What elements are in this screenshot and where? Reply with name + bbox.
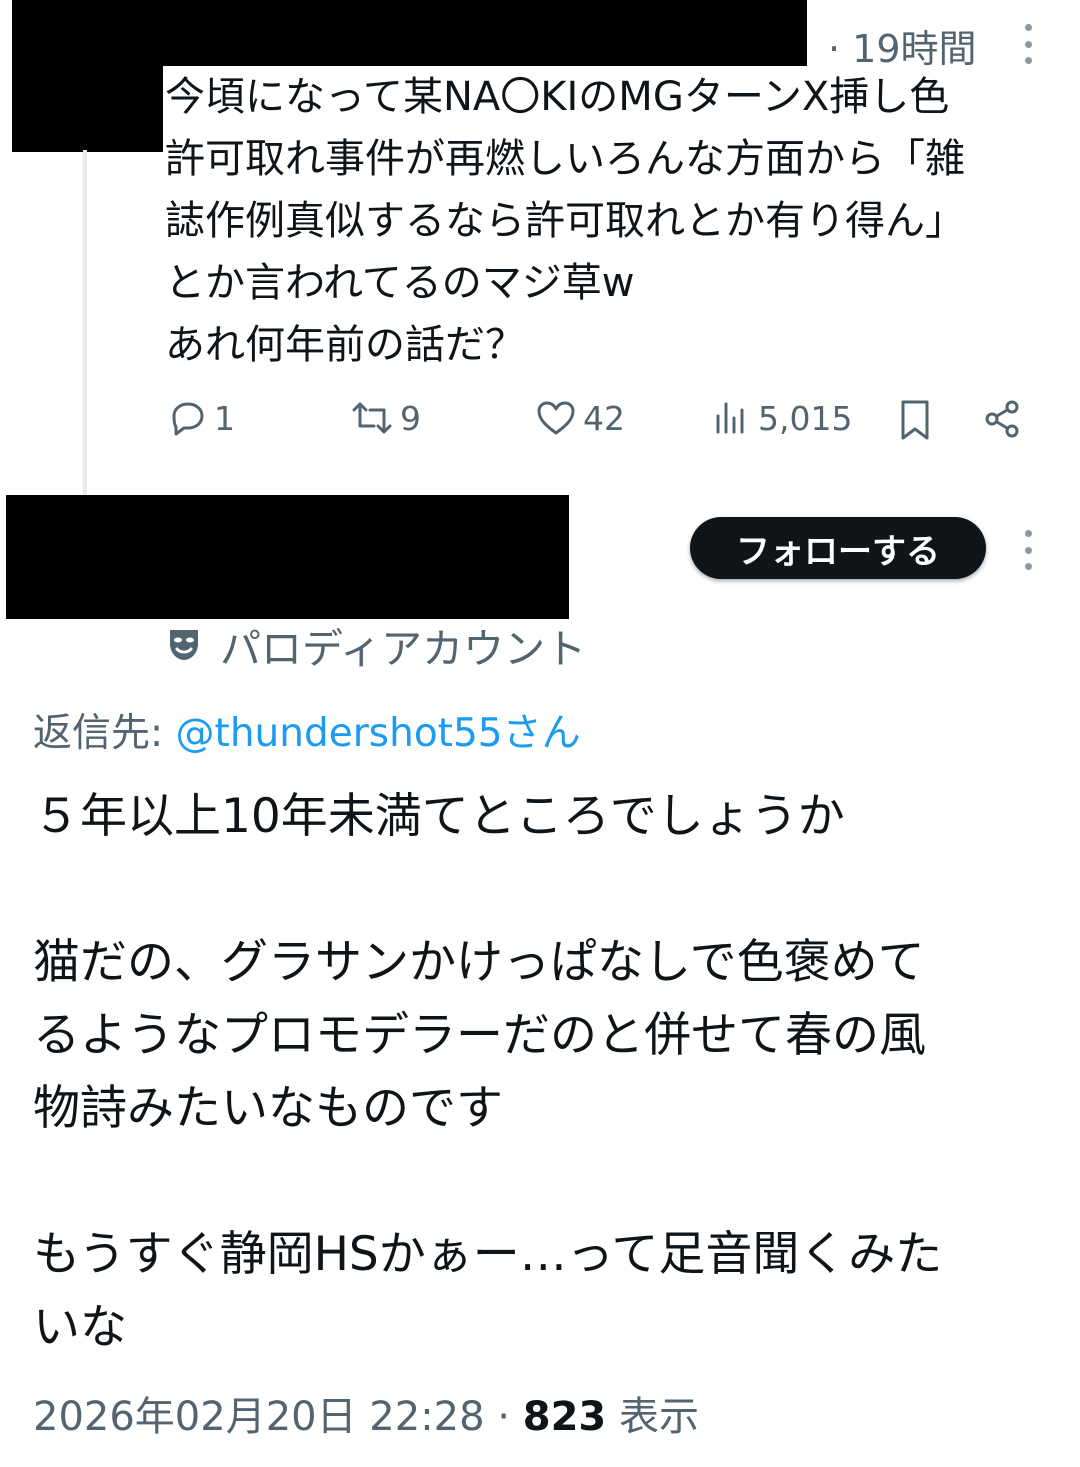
- reply-text-line: [33, 1145, 1063, 1218]
- post-timestamp[interactable]: 2026年02月20日 22:28 ·: [33, 1394, 523, 1440]
- bookmark-icon: [901, 400, 929, 440]
- reply-text-line: るようなプロモデラーだのと併せて春の風: [33, 1008, 926, 1063]
- parody-account-label: パロディアカウント: [220, 625, 587, 673]
- bookmark-button[interactable]: [895, 398, 935, 442]
- views-count: 5,015: [758, 398, 853, 438]
- reply-to-handle-link[interactable]: @thundershot55さん: [176, 711, 581, 756]
- retweet-button[interactable]: 9: [350, 398, 421, 438]
- tweet-meta-line: 2026年02月20日 22:28 · 823 表示: [33, 1384, 699, 1442]
- reply-button[interactable]: 1: [168, 398, 235, 438]
- heart-icon: [537, 401, 575, 435]
- reply-to-prefix: 返信先:: [33, 711, 176, 756]
- tweet-text-line: 許可取れ事件が再燃しいろんな方面から「雑: [165, 136, 965, 182]
- reply-icon: [172, 402, 204, 436]
- redacted-header-block: [12, 0, 807, 66]
- share-icon: [985, 400, 1019, 438]
- tweet-action-bar: 1 9 42 5,015: [0, 398, 1080, 448]
- reply-text-line: 猫だの、グラサンかけっぱなしで色褒めて: [33, 935, 925, 990]
- reply-text-line: [33, 853, 1063, 926]
- tweet-text: 今頃になって某NA〇KIのMGターンX挿し色 許可取れ事件が再燃しいろんな方面か…: [165, 66, 1065, 376]
- reply-tweet-text: ５年以上10年未満てところでしょうか 猫だの、グラサンかけっぱなしで色褒めて る…: [33, 780, 1063, 1364]
- parody-account-badge: パロディアカウント: [168, 615, 586, 675]
- redacted-avatar-block: [12, 66, 163, 152]
- reply-to-line: 返信先: @thundershot55さん: [33, 702, 581, 758]
- reply-text-line: 物詩みたいなものです: [33, 1081, 503, 1136]
- follow-button[interactable]: フォローする: [690, 517, 986, 579]
- views-label: 表示: [606, 1394, 699, 1440]
- reply-count: 1: [214, 398, 235, 438]
- more-options-icon[interactable]: [1013, 530, 1043, 570]
- reply-text-line: もうすぐ静岡HSかぁー…って足音聞くみた: [33, 1227, 943, 1282]
- like-button[interactable]: 42: [535, 398, 625, 438]
- tweet-text-line: あれ何年前の話だ？: [165, 322, 525, 368]
- retweet-count: 9: [400, 398, 421, 438]
- like-count: 42: [583, 398, 625, 438]
- tweet-timestamp[interactable]: · 19時間: [828, 18, 977, 73]
- reply-text-line: ５年以上10年未満てところでしょうか: [33, 789, 845, 844]
- retweet-icon: [352, 402, 392, 434]
- views-bar-icon: [716, 402, 744, 434]
- tweet-text-line: 誌作例真似するなら許可取れとか有り得ん」: [165, 198, 965, 244]
- tweet-text-line: 今頃になって某NA〇KIのMGターンX挿し色: [165, 74, 950, 120]
- parody-mask-icon: [170, 630, 198, 660]
- views-button[interactable]: 5,015: [712, 398, 852, 438]
- tweet-text-line: とか言われてるのマジ草w: [165, 260, 635, 306]
- views-number: 823: [522, 1394, 607, 1440]
- more-options-icon[interactable]: [1013, 24, 1043, 64]
- redacted-author-block: [6, 495, 569, 619]
- share-button[interactable]: [982, 398, 1024, 440]
- reply-text-line: いな: [33, 1300, 127, 1355]
